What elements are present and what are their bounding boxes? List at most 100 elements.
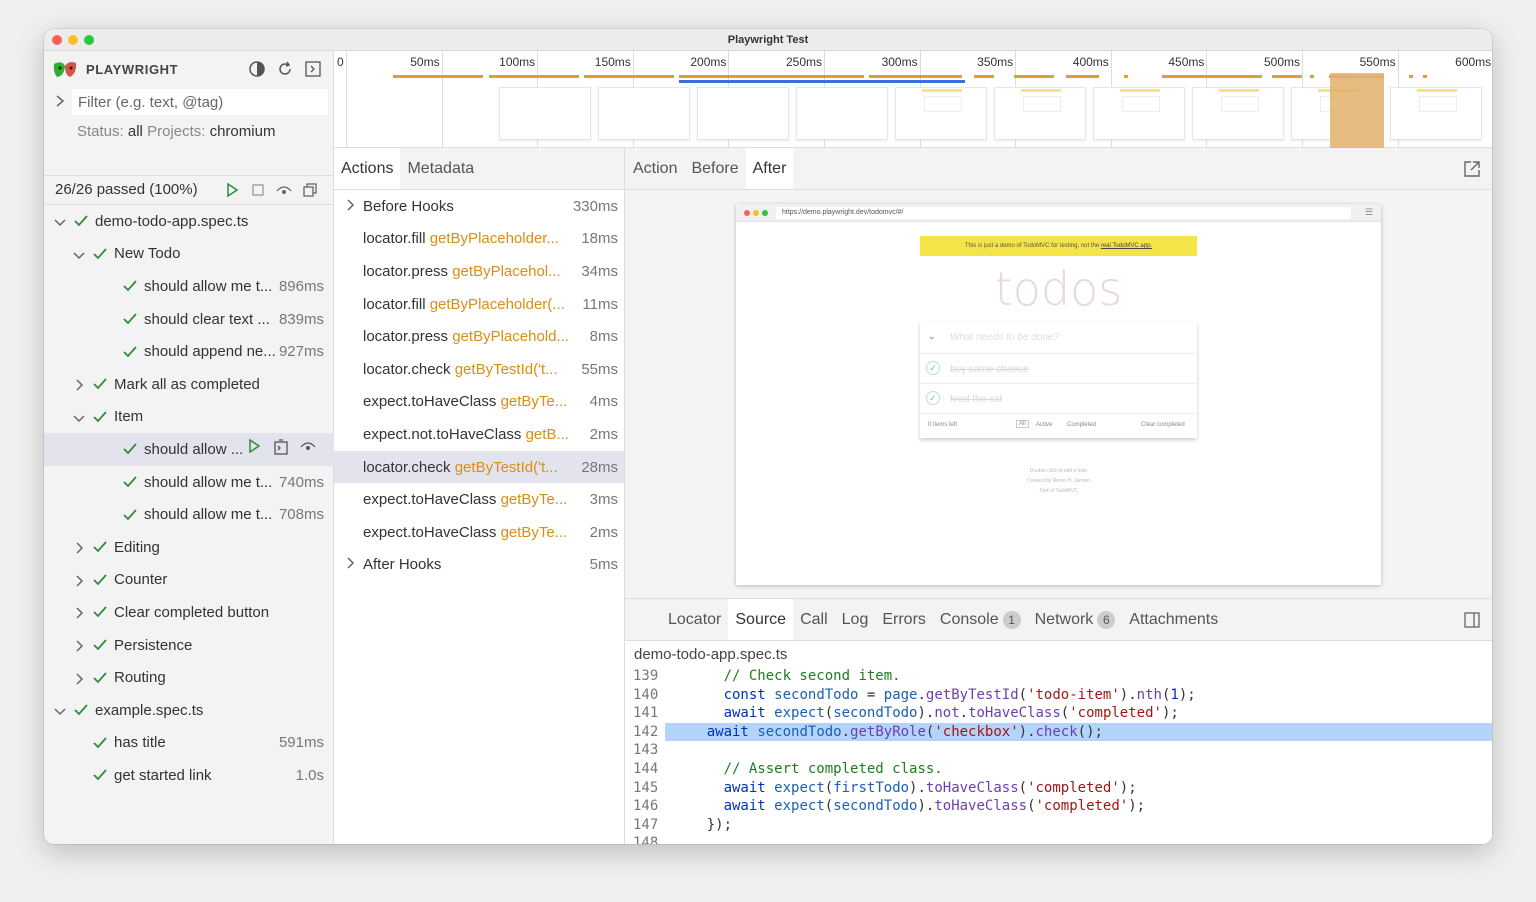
test-tree-label: demo-todo-app.spec.ts — [95, 212, 249, 230]
watch-test-icon[interactable] — [300, 438, 316, 460]
passed-check-icon — [92, 539, 108, 555]
test-tree-row[interactable]: Clear completed button — [44, 596, 334, 629]
tab-errors[interactable]: Errors — [875, 599, 933, 640]
test-tree-label: Persistence — [114, 636, 193, 654]
collapse-all-icon[interactable] — [300, 180, 320, 200]
timeline-tick-label: 400ms — [1072, 55, 1109, 69]
timeline[interactable]: 0 50ms 100ms 150ms 200ms 250ms 300ms 350ms 400ms… — [334, 51, 1492, 148]
close-window-button[interactable] — [52, 35, 62, 45]
toggle-sidebar-icon[interactable] — [303, 59, 323, 79]
snapshot-browser[interactable]: https://demo.playwright.dev/todomvc/#/ ☰… — [736, 204, 1381, 585]
action-duration: 2ms — [589, 425, 618, 443]
open-source-icon[interactable] — [272, 438, 290, 460]
filter-input[interactable] — [72, 89, 328, 115]
chevron-down-icon[interactable] — [73, 411, 85, 423]
action-row[interactable]: locator.press getByPlacehol... 34ms — [334, 255, 624, 288]
stop-icon[interactable] — [248, 180, 268, 200]
chevron-right-icon[interactable] — [54, 94, 66, 108]
tab-attachments[interactable]: Attachments — [1122, 599, 1225, 640]
test-tree-row[interactable]: has title 591ms — [44, 727, 334, 760]
action-row[interactable]: expect.not.toHaveClass getB... 2ms — [334, 418, 624, 451]
action-row[interactable]: locator.fill getByPlaceholder(... 11ms — [334, 288, 624, 321]
chevron-right-icon[interactable] — [73, 639, 85, 652]
reload-icon[interactable] — [275, 59, 295, 79]
test-tree-row[interactable]: Item — [44, 401, 334, 434]
test-tree-row[interactable]: should allow me t... 896ms — [44, 270, 334, 303]
test-tree-row[interactable]: New Todo — [44, 238, 334, 271]
open-in-new-window-icon[interactable] — [1462, 159, 1482, 179]
chevron-down-icon[interactable] — [73, 248, 85, 260]
watch-all-icon[interactable] — [274, 180, 294, 200]
test-tree-row[interactable]: should allow me t... 740ms — [44, 466, 334, 499]
filmstrip-frame[interactable] — [598, 87, 690, 140]
run-all-icon[interactable] — [222, 180, 242, 200]
tab-call[interactable]: Call — [793, 599, 835, 640]
chevron-right-icon[interactable] — [73, 378, 85, 391]
toggle-all-chevron-icon: ⌄ — [928, 331, 936, 341]
action-row[interactable]: locator.fill getByPlaceholder... 18ms — [334, 223, 624, 256]
tab-network[interactable]: Network 6 — [1028, 599, 1123, 640]
tab-before[interactable]: Before — [684, 148, 745, 189]
tab-console[interactable]: Console 1 — [933, 599, 1028, 640]
status-filter-summary[interactable]: Status: all Projects: chromium — [77, 123, 275, 140]
chevron-right-icon[interactable] — [73, 541, 85, 554]
action-group-row[interactable]: Before Hooks 330ms — [334, 190, 624, 223]
filmstrip-frame[interactable] — [499, 87, 591, 140]
action-group-row[interactable]: After Hooks 5ms — [334, 549, 624, 582]
tab-metadata[interactable]: Metadata — [400, 148, 481, 189]
chevron-right-icon[interactable] — [73, 672, 85, 685]
chevron-down-icon[interactable] — [54, 215, 66, 227]
filmstrip-frame[interactable] — [895, 87, 987, 140]
filmstrip-frame[interactable] — [1192, 87, 1284, 140]
chevron-right-icon[interactable] — [344, 556, 356, 573]
tab-locator[interactable]: Locator — [661, 599, 728, 640]
tab-action[interactable]: Action — [626, 148, 684, 189]
zoom-window-button[interactable] — [84, 35, 94, 45]
filmstrip-frame[interactable] — [697, 87, 789, 140]
action-row[interactable]: locator.check getByTestId('t... 28ms — [334, 450, 624, 484]
theme-toggle-icon[interactable] — [247, 59, 267, 79]
source-file-name: demo-todo-app.spec.ts — [634, 646, 788, 663]
passed-check-icon — [92, 572, 108, 588]
test-tree-row[interactable]: example.spec.ts — [44, 694, 334, 727]
action-row[interactable]: expect.toHaveClass getByTe... 2ms — [334, 516, 624, 549]
test-tree-row[interactable]: Editing — [44, 531, 334, 564]
test-tree-row[interactable]: Counter — [44, 564, 334, 597]
test-tree-row[interactable]: demo-todo-app.spec.ts — [44, 205, 334, 238]
code-text: await expect(secondTodo).not.toHaveClass… — [723, 705, 1179, 722]
test-tree-row[interactable]: Persistence — [44, 629, 334, 662]
action-selector: getByPlaceholder... — [429, 230, 559, 248]
line-number: 144 — [633, 760, 659, 777]
timeline-selection-highlight — [1330, 73, 1384, 148]
tab-source[interactable]: Source — [728, 599, 794, 640]
test-tree-row[interactable]: should append ne... 927ms — [44, 335, 334, 368]
tab-label: Network — [1034, 611, 1094, 628]
timeline-tick-label: 300ms — [881, 55, 918, 69]
minimize-window-button[interactable] — [68, 35, 78, 45]
test-tree-row[interactable]: get started link 1.0s — [44, 759, 334, 792]
action-selector: getByTestId('t... — [454, 360, 558, 378]
tab-actions[interactable]: Actions — [334, 148, 401, 189]
test-tree-row[interactable]: Routing — [44, 661, 334, 694]
chevron-right-icon[interactable] — [73, 574, 85, 587]
filmstrip-frame[interactable] — [1093, 87, 1185, 140]
tab-after[interactable]: After — [745, 148, 794, 189]
toggle-layout-icon[interactable] — [1462, 610, 1482, 630]
chevron-right-icon[interactable] — [73, 606, 85, 619]
action-row[interactable]: expect.toHaveClass getByTe... 3ms — [334, 483, 624, 516]
tab-log[interactable]: Log — [835, 599, 876, 640]
filmstrip-frame[interactable] — [796, 87, 888, 140]
test-tree-row[interactable]: should clear text ... 839ms — [44, 303, 334, 336]
chevron-right-icon[interactable] — [344, 198, 356, 215]
chevron-down-icon[interactable] — [54, 704, 66, 716]
tab-label: Attachments — [1129, 611, 1219, 628]
test-tree-row[interactable]: should allow ... — [44, 433, 334, 466]
action-row[interactable]: locator.check getByTestId('t... 55ms — [334, 353, 624, 386]
action-row[interactable]: locator.press getByPlacehold... 8ms — [334, 320, 624, 353]
test-tree-row[interactable]: Mark all as completed — [44, 368, 334, 401]
filmstrip-frame[interactable] — [1390, 87, 1482, 140]
action-row[interactable]: expect.toHaveClass getByTe... 4ms — [334, 386, 624, 419]
run-test-icon[interactable] — [246, 438, 262, 460]
test-tree-row[interactable]: should allow me t... 708ms — [44, 498, 334, 531]
filmstrip-frame[interactable] — [994, 87, 1086, 140]
